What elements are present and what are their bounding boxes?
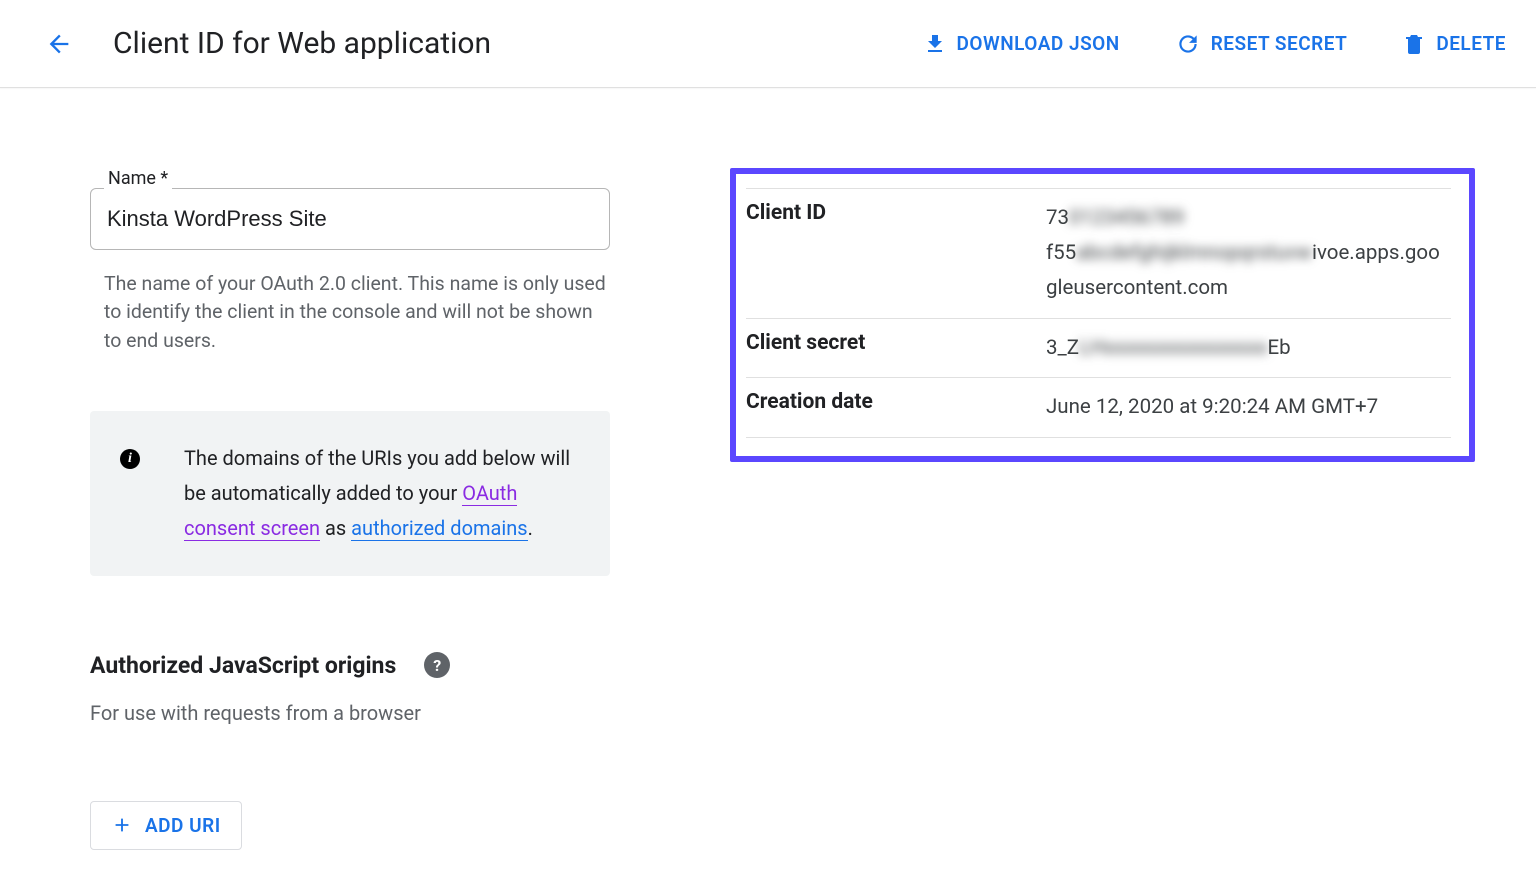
creation-date-value-wrap: June 12, 2020 at 9:20:24 AM GMT+7 [1046, 390, 1451, 425]
download-json-button[interactable]: DOWNLOAD JSON [923, 32, 1120, 56]
download-json-label: DOWNLOAD JSON [957, 32, 1120, 55]
creation-date-row: Creation date June 12, 2020 at 9:20:24 A… [746, 378, 1451, 438]
info-icon-wrap: i [120, 441, 140, 546]
delete-button[interactable]: DELETE [1402, 32, 1506, 56]
arrow-left-icon [45, 30, 73, 58]
refresh-icon [1175, 31, 1201, 57]
trash-icon [1402, 32, 1426, 56]
client-id-l2-prefix: f55 [1046, 241, 1076, 265]
left-column: Name * The name of your OAuth 2.0 client… [90, 168, 610, 850]
client-id-l2-blur: abcdefghijklmnopqrstuvw [1076, 236, 1312, 271]
back-button[interactable] [35, 20, 83, 68]
client-id-line2: f55abcdefghijklmnopqrstuvwivoe.apps.goog… [1046, 236, 1451, 306]
reset-secret-label: RESET SECRET [1211, 32, 1348, 55]
client-secret-prefix: 3_Z [1046, 336, 1079, 360]
help-icon[interactable]: ? [424, 652, 450, 678]
add-uri-button[interactable]: ADD URI [90, 801, 242, 850]
client-secret-value-wrap: 3_ZLHxxxxxxxxxxxxxxxxEb [1046, 331, 1451, 366]
client-id-row: Client ID 730123456789 f55abcdefghijklmn… [746, 188, 1451, 319]
download-icon [923, 32, 947, 56]
client-secret-blur: LHxxxxxxxxxxxxxxxx [1079, 331, 1267, 366]
name-help-text: The name of your OAuth 2.0 client. This … [90, 270, 610, 355]
info-icon: i [120, 449, 140, 469]
client-id-prefix: 73 [1046, 206, 1069, 230]
client-secret-row: Client secret 3_ZLHxxxxxxxxxxxxxxxxEb [746, 319, 1451, 379]
client-id-line1: 730123456789 [1046, 201, 1451, 236]
creation-date-value: June 12, 2020 at 9:20:24 AM GMT+7 [1046, 390, 1451, 425]
page-title: Client ID for Web application [113, 26, 923, 61]
info-text-mid: as [320, 516, 351, 540]
header-actions: DOWNLOAD JSON RESET SECRET DELETE [923, 31, 1506, 57]
client-secret-label: Client secret [746, 331, 1046, 355]
info-box: i The domains of the URIs you add below … [90, 411, 610, 576]
main-content: Name * The name of your OAuth 2.0 client… [0, 88, 1536, 850]
origins-title: Authorized JavaScript origins [90, 652, 396, 679]
info-box-text: The domains of the URIs you add below wi… [184, 441, 574, 546]
credentials-box: Client ID 730123456789 f55abcdefghijklmn… [730, 168, 1475, 462]
name-input[interactable] [90, 188, 610, 250]
client-id-blur1: 0123456789 [1069, 201, 1184, 236]
delete-label: DELETE [1436, 32, 1506, 55]
reset-secret-button[interactable]: RESET SECRET [1175, 31, 1348, 57]
name-field-label: Name * [104, 168, 172, 189]
client-id-label: Client ID [746, 201, 1046, 225]
add-uri-label: ADD URI [145, 814, 221, 837]
info-text-suffix: . [528, 516, 533, 540]
authorized-domains-link[interactable]: authorized domains [351, 516, 527, 541]
client-id-value-wrap: 730123456789 f55abcdefghijklmnopqrstuvwi… [1046, 201, 1451, 306]
client-secret-suffix: Eb [1267, 336, 1290, 360]
creation-date-label: Creation date [746, 390, 1046, 414]
origins-sub: For use with requests from a browser [90, 701, 610, 725]
client-secret-value: 3_ZLHxxxxxxxxxxxxxxxxEb [1046, 331, 1451, 366]
header-bar: Client ID for Web application DOWNLOAD J… [0, 0, 1536, 88]
plus-icon [111, 814, 133, 836]
origins-title-row: Authorized JavaScript origins ? [90, 652, 610, 679]
right-column: Client ID 730123456789 f55abcdefghijklmn… [730, 168, 1496, 850]
